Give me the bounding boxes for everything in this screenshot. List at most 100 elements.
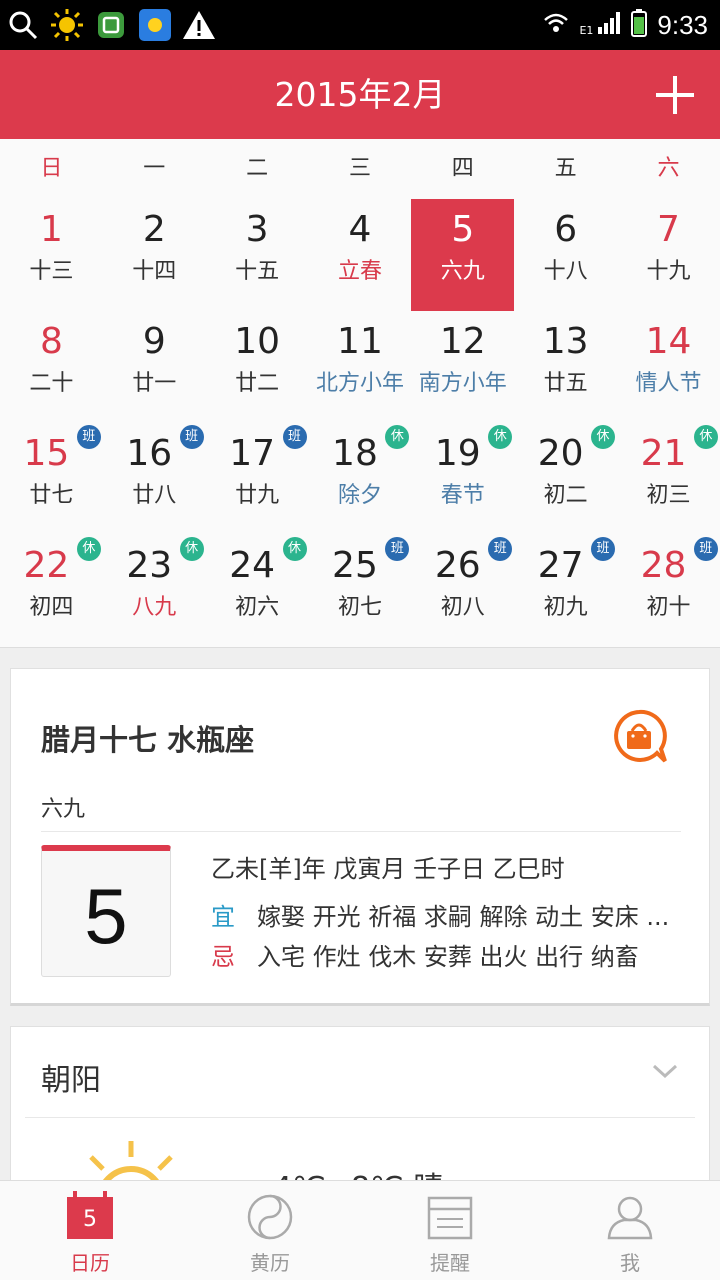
calendar-day[interactable]: 13 廿五 [514,311,617,423]
lunar-day: 十八 [543,259,588,284]
almanac-card[interactable]: 腊月十七 水瓶座 六九 5 乙未[羊]年 戊寅月 壬子日 乙巳时 宜嫁娶 开光 … [10,668,710,1006]
calendar-day[interactable]: 12 南方小年 [411,311,514,423]
day-page-calendar: 5 [41,845,171,977]
lunar-day: 初六 [235,595,280,620]
holiday-badge: 休 [693,425,718,449]
tab-me[interactable]: 我 [540,1181,720,1280]
day-number: 14 [645,321,692,362]
network-type: E1 [579,23,594,37]
lunar-day: 初三 [646,483,691,508]
weekday-label: 二 [246,156,269,181]
lunar-day: 二十 [29,371,74,396]
calendar-day[interactable]: 10 廿二 [206,311,309,423]
calendar-day-selected[interactable]: 5 六九 [411,199,515,311]
calendar-day[interactable]: 2 十四 [103,199,206,311]
calendar-day[interactable]: 1 十三 [0,199,103,311]
wifi-icon [543,12,569,38]
security-icon [94,8,128,42]
calendar-day[interactable]: 15 廿七班 [0,423,103,535]
tab-almanac[interactable]: 黄历 [180,1181,360,1280]
lunar-day: 廿五 [543,371,588,396]
day-number: 3 [245,209,269,250]
month-title[interactable]: 2015年2月 [0,50,720,139]
calendar-week: 22 初四休 23 八九休 24 初六休 25 初七班 26 初八班 27 初九班 28 初十班 [0,535,720,647]
calendar-day[interactable]: 26 初八班 [411,535,514,647]
lunar-day: 初十 [646,595,691,620]
day-number: 13 [542,321,589,362]
tab-label: 提醒 [430,1251,470,1275]
calendar-day[interactable]: 11 北方小年 [309,311,412,423]
calendar-grid: 1 十三 2 十四 3 十五 4 立春 5 六九 6 十八 7 十九 8 二十 9 廿一 10 廿二 11 北方小年 12 南… [0,199,720,647]
calendar-week: 15 廿七班 16 廿八班 17 廿九班 18 除夕休 19 春节休 20 初二休 21 初三休 [0,423,720,535]
day-number: 5 [84,872,128,960]
calendar-day[interactable]: 24 初六休 [206,535,309,647]
shopping-bag-icon[interactable] [611,709,667,765]
calendar-day[interactable]: 27 初九班 [514,535,617,647]
calendar-day[interactable]: 18 除夕休 [309,423,412,535]
lunar-day: 情人节 [635,371,702,396]
tab-calendar[interactable]: 5 日历 [0,1181,180,1280]
day-number: 8 [39,321,63,362]
weekday-label: 五 [554,156,577,181]
calendar-day[interactable]: 14 情人节 [617,311,720,423]
lunar-day: 八九 [132,595,177,620]
divider [41,831,681,832]
weekday-label: 四 [451,156,474,181]
calendar-day[interactable]: 25 初七班 [309,535,412,647]
ganzhi-text: 乙未[羊]年 戊寅月 壬子日 乙巳时 [211,855,565,883]
day-number: 2 [142,209,166,250]
lunar-day: 廿一 [132,371,177,396]
plus-icon[interactable] [656,76,694,114]
lunar-day: 廿九 [235,483,280,508]
calendar-icon: 5 [67,1191,113,1239]
lunar-day: 初二 [543,483,588,508]
nine-period: 六九 [41,797,86,822]
lunar-day: 十九 [646,259,691,284]
lunar-day: 初四 [29,595,74,620]
calendar-day[interactable]: 3 十五 [206,199,309,311]
weather-card[interactable]: 朝阳 4℃~8℃ 晴 [10,1026,710,1236]
calendar-day[interactable]: 19 春节休 [411,423,514,535]
calendar-day[interactable]: 28 初十班 [617,535,720,647]
lunar-day: 廿八 [132,483,177,508]
battery-icon [631,9,648,41]
lunar-day: 春节 [440,483,485,508]
tab-reminder[interactable]: 提醒 [360,1181,540,1280]
tab-label: 我 [620,1251,640,1275]
lunar-day: 初七 [337,595,382,620]
calendar-day[interactable]: 17 廿九班 [206,423,309,535]
weekday-label: 三 [348,156,371,181]
bottom-nav: 5 日历 黄历 提醒 我 [0,1180,720,1280]
calendar-day[interactable]: 4 立春 [309,199,412,311]
calendar-day[interactable]: 21 初三休 [617,423,720,535]
lunar-day: 十五 [235,259,280,284]
ji-label: 忌 [211,943,235,971]
calendar-day[interactable]: 9 廿一 [103,311,206,423]
clock: 9:33 [657,9,708,40]
day-number: 5 [451,209,475,250]
ji-row: 忌入宅 作灶 伐木 安葬 出火 出行 纳畜 [211,937,639,972]
yi-row: 宜嫁娶 开光 祈福 求嗣 解除 动土 安床 ... [211,897,669,932]
day-number: 6 [554,209,578,250]
search-icon [6,8,40,42]
lunar-day: 初八 [440,595,485,620]
ji-items: 入宅 作灶 伐木 安葬 出火 出行 纳畜 [257,943,639,971]
calendar-day[interactable]: 8 二十 [0,311,103,423]
warning-icon [182,8,216,42]
calendar-day[interactable]: 20 初二休 [514,423,617,535]
lunar-day: 北方小年 [315,371,404,396]
yi-label: 宜 [211,903,235,931]
lunar-day: 廿七 [29,483,74,508]
weekday-label: 一 [143,156,166,181]
calendar-day[interactable]: 23 八九休 [103,535,206,647]
calendar-day[interactable]: 22 初四休 [0,535,103,647]
taiji-icon [246,1193,294,1241]
calendar-day[interactable]: 6 十八 [514,199,617,311]
chevron-down-icon[interactable] [651,1061,679,1081]
city-name: 朝阳 [41,1063,101,1098]
calendar-day[interactable]: 16 廿八班 [103,423,206,535]
lunar-day: 初九 [543,595,588,620]
calendar-day[interactable]: 7 十九 [617,199,720,311]
divider [25,1117,695,1118]
weekday-header: 日 一 二 三 四 五 六 [0,139,720,199]
